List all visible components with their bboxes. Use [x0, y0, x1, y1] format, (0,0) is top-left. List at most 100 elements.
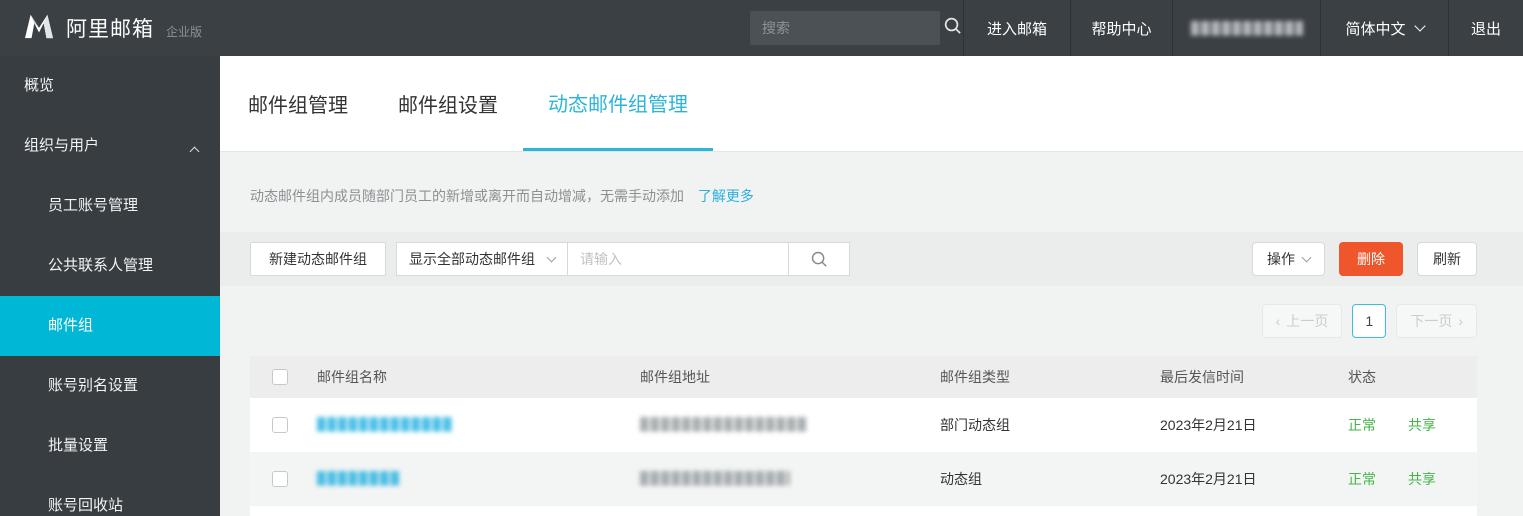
toolbar-right: 操作 删除 刷新: [1252, 242, 1477, 276]
delete-button[interactable]: 删除: [1339, 242, 1403, 276]
table-row: ████████ ███████████████ 动态组 2023年2月21日 …: [250, 452, 1477, 506]
table-header-row: 邮件组名称 邮件组地址 邮件组类型 最后发信时间 状态: [250, 356, 1477, 398]
row-checkbox-cell: [250, 471, 317, 487]
sidebar-item-overview[interactable]: 概览: [0, 56, 220, 116]
group-type-cell: 部门动态组: [940, 417, 1010, 433]
sidebar-item-label: 账号别名设置: [48, 377, 139, 394]
header-group-type: 邮件组类型: [940, 369, 1010, 385]
chevron-down-icon: [546, 252, 557, 263]
sidebar-item-label: 员工账号管理: [48, 197, 139, 214]
sidebar-item-public-contacts[interactable]: 公共联系人管理: [0, 236, 220, 296]
nav-account[interactable]: █████████████: [1172, 0, 1320, 56]
header-checkbox-cell: [250, 369, 317, 385]
tab-label: 动态邮件组管理: [548, 93, 688, 116]
select-all-checkbox[interactable]: [272, 369, 288, 385]
nav-logout[interactable]: 退出: [1448, 0, 1523, 56]
group-name-link-redacted[interactable]: █████████████: [317, 416, 457, 432]
next-page-label: 下一页: [1410, 313, 1453, 329]
learn-more-link[interactable]: 了解更多: [698, 188, 754, 204]
toolbar: 新建动态邮件组 显示全部动态邮件组 操作: [220, 232, 1523, 286]
sidebar-item-mail-groups[interactable]: 邮件组: [0, 296, 220, 356]
sidebar-item-org-users[interactable]: 组织与用户: [0, 116, 220, 176]
group-name-cell: ████████: [317, 470, 640, 489]
sidebar: 概览 组织与用户 员工账号管理 公共联系人管理 邮件组 账号别名设置 批量设置 …: [0, 56, 220, 516]
nav-help-center-label: 帮助中心: [1091, 20, 1152, 38]
page-description: 动态邮件组内成员随部门员工的新增或离开而自动增减，无需手动添加 了解更多: [250, 186, 1477, 206]
group-address-redacted: ███████████████: [640, 470, 790, 485]
brand[interactable]: 阿里邮箱 企业版: [0, 12, 202, 45]
account-name-redacted: █████████████: [1190, 21, 1303, 35]
group-search-input[interactable]: [567, 242, 789, 276]
next-arrow-icon: ›: [1458, 313, 1463, 329]
nav-enter-mailbox-label: 进入邮箱: [986, 20, 1047, 38]
table-row: █████████████ █████████████████ 部门动态组 20…: [250, 398, 1477, 452]
topbar-search[interactable]: [750, 11, 961, 45]
sidebar-item-label: 邮件组: [48, 317, 94, 334]
header-group-name: 邮件组名称: [317, 369, 387, 385]
brand-edition: 企业版: [166, 24, 203, 39]
tab-label: 邮件组管理: [248, 95, 348, 117]
table-row-partial: [250, 506, 1477, 516]
new-dynamic-group-button[interactable]: 新建动态邮件组: [250, 242, 386, 276]
filter-search-group: 显示全部动态邮件组: [396, 242, 850, 276]
row-checkbox[interactable]: [272, 417, 288, 433]
chevron-down-icon: [1413, 20, 1426, 32]
sidebar-item-label: 公共联系人管理: [48, 257, 154, 274]
mail-group-table: 邮件组名称 邮件组地址 邮件组类型 最后发信时间 状态 ████████████…: [250, 356, 1477, 516]
group-address-cell: ███████████████: [640, 470, 940, 489]
prev-page-label: 上一页: [1286, 313, 1329, 329]
sidebar-item-batch-settings[interactable]: 批量设置: [0, 416, 220, 476]
next-page-button[interactable]: 下一页 ›: [1396, 304, 1477, 338]
pagination: ‹ 上一页 1 下一页 ›: [250, 304, 1477, 338]
topbar-search-input[interactable]: [762, 20, 943, 36]
alimail-logo-icon: [22, 12, 56, 45]
group-filter-value: 显示全部动态邮件组: [409, 251, 535, 267]
tab-dynamic-mail-group-management[interactable]: 动态邮件组管理: [523, 56, 713, 151]
row-checkbox[interactable]: [272, 471, 288, 487]
sidebar-item-label: 概览: [24, 77, 55, 94]
group-name-link-redacted[interactable]: ████████: [317, 470, 405, 486]
nav-logout-label: 退出: [1470, 20, 1501, 38]
header-last-sent: 最后发信时间: [1160, 369, 1244, 385]
search-icon[interactable]: [943, 16, 962, 40]
topbar: 阿里邮箱 企业版 进入邮箱 帮助中心 █████████████ 简体中文: [0, 0, 1523, 56]
nav-enter-mailbox[interactable]: 进入邮箱: [963, 0, 1070, 56]
sidebar-item-employee-accounts[interactable]: 员工账号管理: [0, 176, 220, 236]
app-window: 阿里邮箱 企业版 进入邮箱 帮助中心 █████████████ 简体中文: [0, 0, 1523, 516]
share-badge: 共享: [1408, 471, 1436, 487]
tab-mail-group-settings[interactable]: 邮件组设置: [398, 56, 498, 151]
tab-label: 邮件组设置: [398, 95, 498, 117]
sidebar-item-account-recycle[interactable]: 账号回收站: [0, 476, 220, 516]
group-address-cell: █████████████████: [640, 416, 940, 435]
sidebar-item-label: 账号回收站: [48, 497, 124, 514]
group-search-button[interactable]: [788, 242, 850, 276]
group-filter-select[interactable]: 显示全部动态邮件组: [396, 242, 568, 276]
group-type-cell: 动态组: [940, 471, 982, 487]
current-page-button[interactable]: 1: [1352, 304, 1387, 338]
tab-bar: 邮件组管理 邮件组设置 动态邮件组管理: [220, 56, 1523, 152]
chevron-down-icon: [1301, 252, 1312, 263]
group-address-redacted: █████████████████: [640, 416, 808, 431]
actions-dropdown-button[interactable]: 操作: [1252, 242, 1325, 276]
brand-name: 阿里邮箱: [66, 18, 154, 41]
status-badge: 正常: [1348, 471, 1376, 487]
header-status: 状态: [1348, 369, 1376, 385]
status-cell: 正常 共享: [1348, 415, 1477, 435]
header-group-address: 邮件组地址: [640, 369, 710, 385]
topbar-nav: 进入邮箱 帮助中心 █████████████ 简体中文 退出: [963, 0, 1523, 56]
search-icon: [811, 251, 827, 267]
chevron-up-icon: [189, 146, 200, 157]
group-name-cell: █████████████: [317, 416, 640, 435]
status-cell: 正常 共享: [1348, 469, 1477, 489]
refresh-button[interactable]: 刷新: [1417, 242, 1477, 276]
description-text: 动态邮件组内成员随部门员工的新增或离开而自动增减，无需手动添加: [250, 188, 684, 204]
nav-help-center[interactable]: 帮助中心: [1070, 0, 1172, 56]
sidebar-item-account-alias[interactable]: 账号别名设置: [0, 356, 220, 416]
prev-arrow-icon: ‹: [1275, 313, 1281, 329]
nav-language-label: 简体中文: [1345, 20, 1406, 38]
tab-mail-group-management[interactable]: 邮件组管理: [248, 56, 348, 151]
prev-page-button[interactable]: ‹ 上一页: [1261, 304, 1343, 338]
content-area: 动态邮件组内成员随部门员工的新增或离开而自动增减，无需手动添加 了解更多 新建动…: [220, 186, 1523, 516]
nav-language-select[interactable]: 简体中文: [1320, 0, 1448, 56]
sidebar-item-label: 组织与用户: [24, 137, 100, 154]
